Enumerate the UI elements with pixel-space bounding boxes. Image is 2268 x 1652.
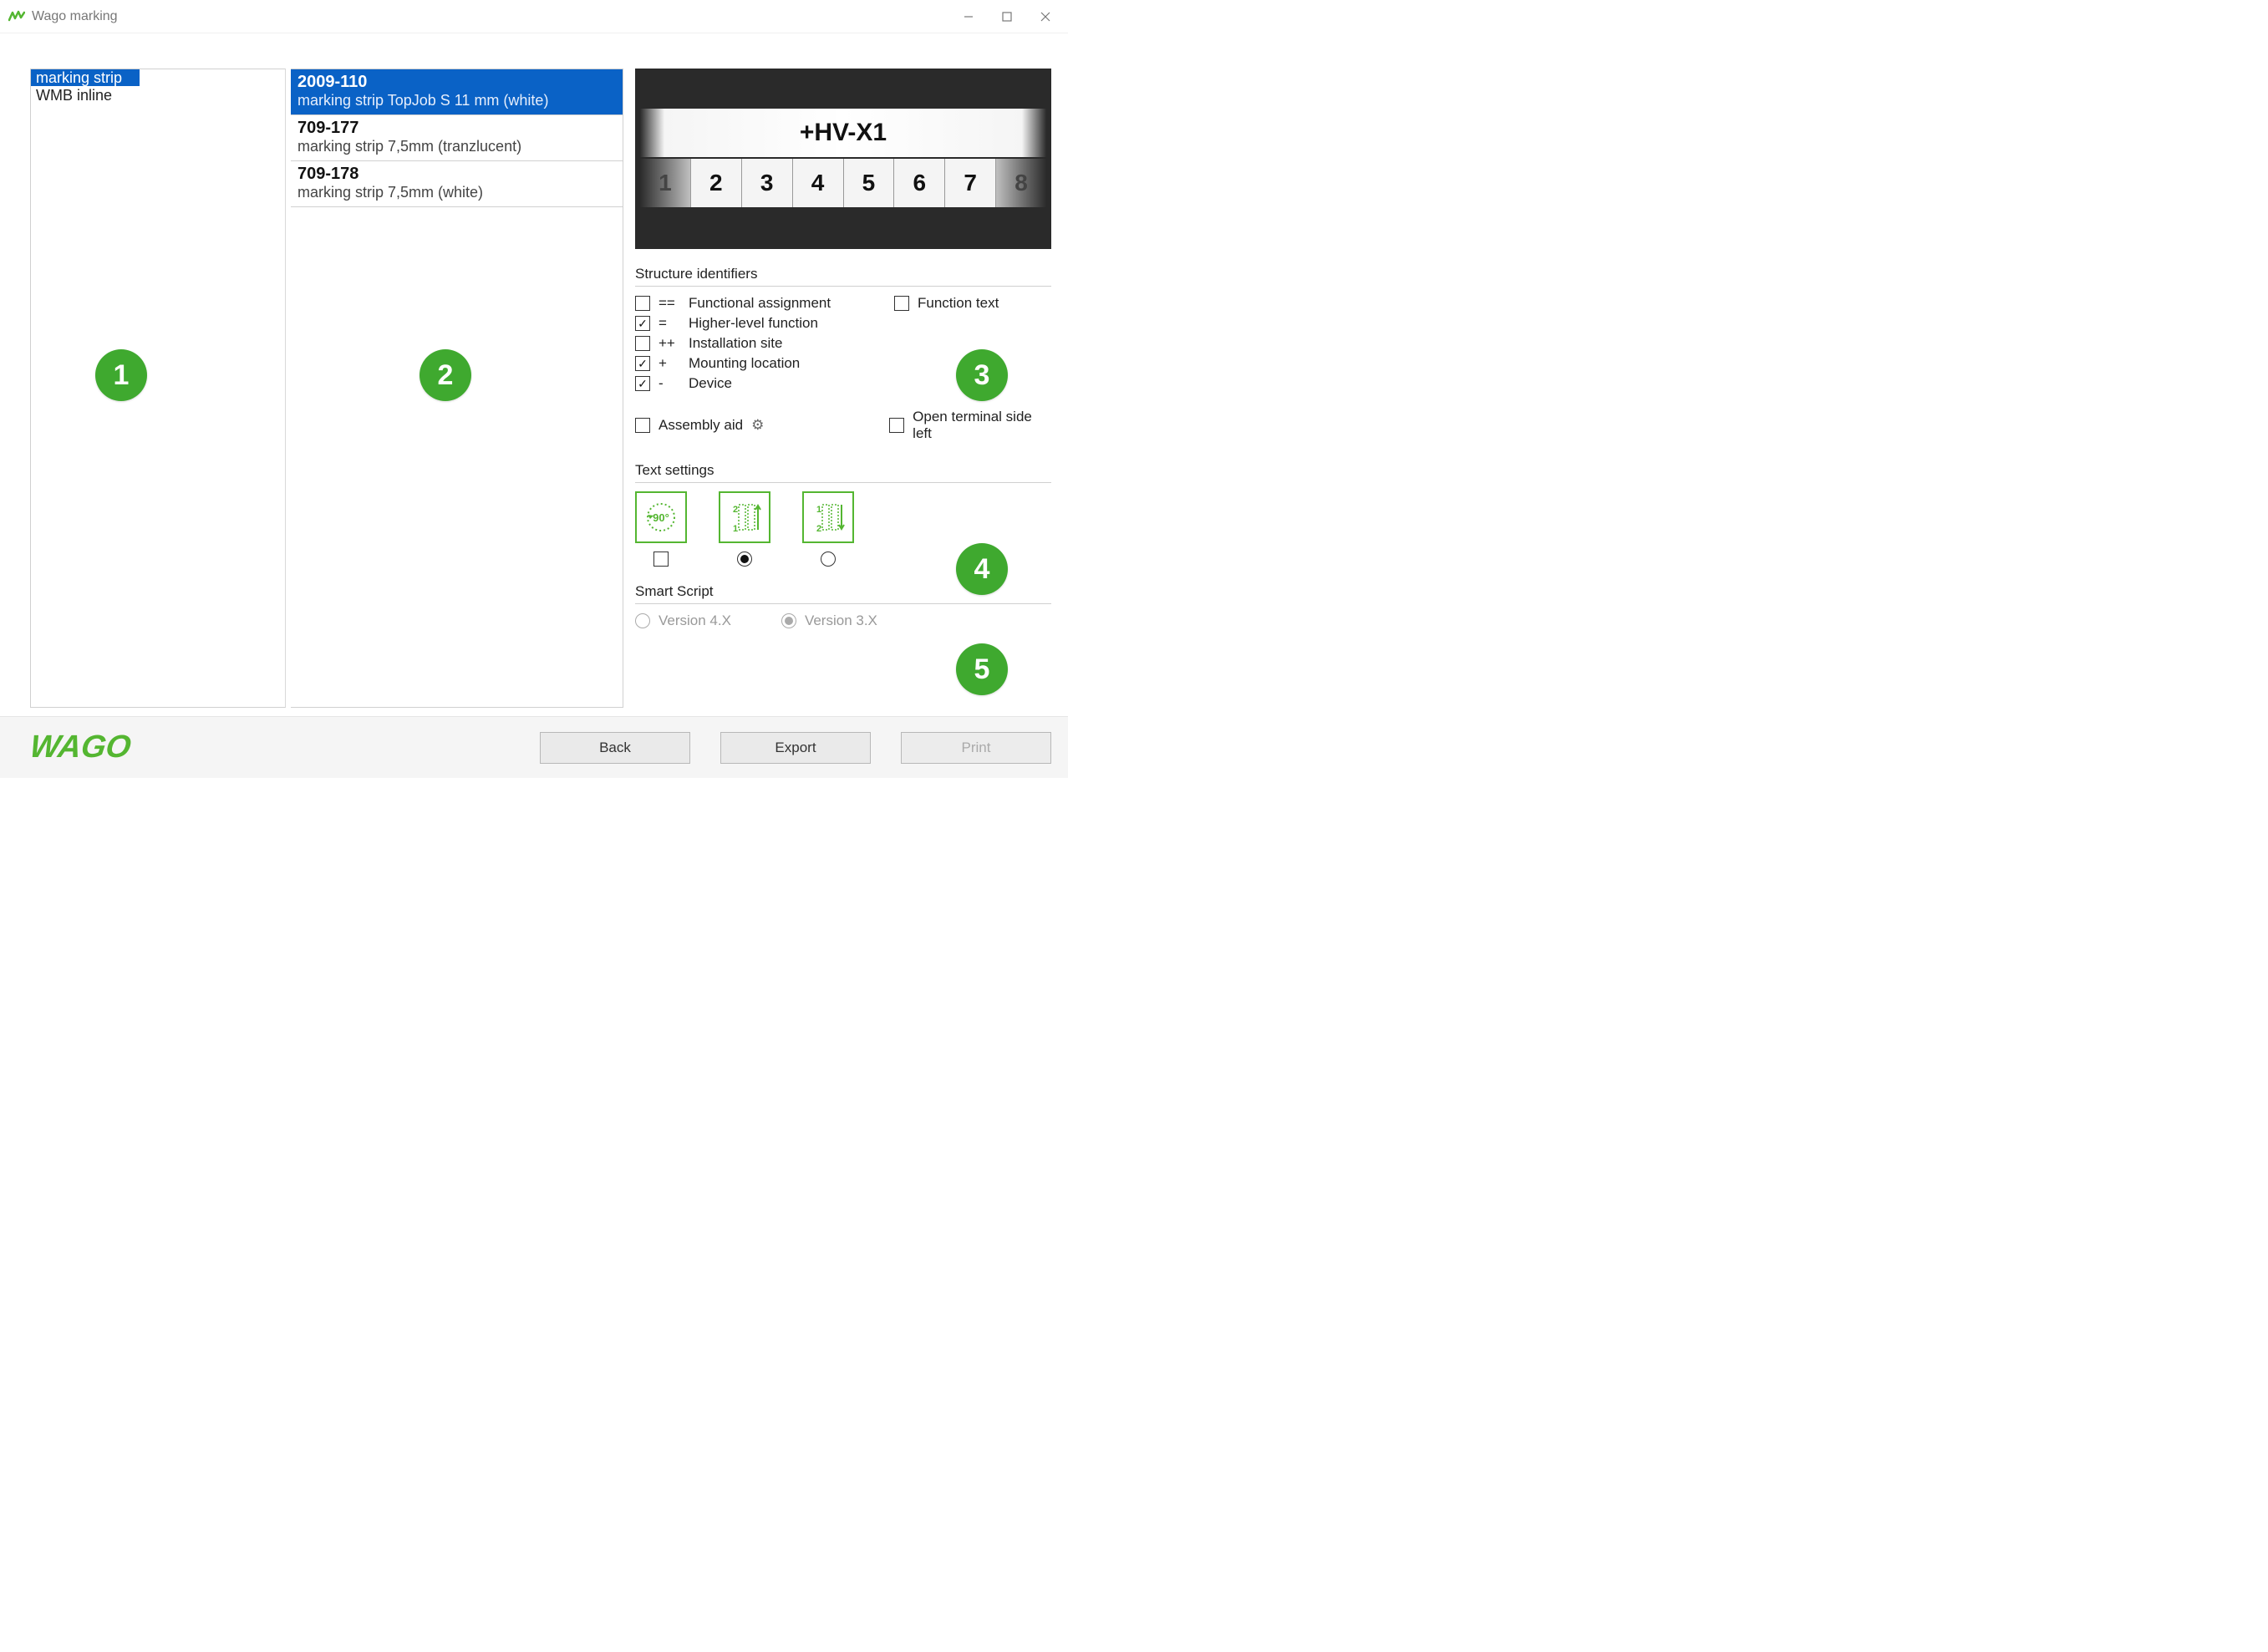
main-content: marking strip WMB inline 2009-110 markin… — [30, 69, 1051, 708]
product-item[interactable]: 709-178 marking strip 7,5mm (white) — [291, 161, 623, 207]
product-desc: marking strip TopJob S 11 mm (white) — [297, 92, 616, 109]
close-button[interactable] — [1026, 3, 1065, 30]
checkbox-label: Open terminal side left — [913, 409, 1051, 442]
checkbox-icon — [635, 336, 650, 351]
check-functional-assignment[interactable]: == Functional assignment — [635, 295, 861, 312]
check-installation-site[interactable]: ++ Installation site — [635, 335, 861, 352]
prefix: + — [659, 355, 680, 372]
product-desc: marking strip 7,5mm (white) — [297, 184, 616, 201]
preview-cell: 6 — [894, 159, 945, 207]
radio-icon — [737, 552, 752, 567]
minimize-button[interactable] — [949, 3, 988, 30]
preview-cell: 1 — [640, 159, 691, 207]
check-higher-level-function[interactable]: = Higher-level function — [635, 315, 861, 332]
annotation-3: 3 — [956, 349, 1008, 401]
prefix: = — [659, 315, 680, 332]
window-title: Wago marking — [32, 9, 949, 24]
svg-text:1: 1 — [816, 505, 821, 515]
checkbox-label: Installation site — [689, 335, 782, 352]
checkbox-label: Mounting location — [689, 355, 800, 372]
check-mounting-location[interactable]: + Mounting location — [635, 355, 861, 372]
checkbox-icon — [635, 356, 650, 371]
bottom-bar: WAGO Back Export Print — [0, 716, 1068, 778]
prefix: - — [659, 375, 680, 392]
svg-text:2: 2 — [816, 524, 821, 534]
category-item[interactable]: marking strip — [31, 69, 140, 86]
prefix: ++ — [659, 335, 680, 352]
preview-cell: 5 — [844, 159, 895, 207]
checkbox-icon — [635, 376, 650, 391]
app-icon — [8, 10, 25, 23]
option-direction-up[interactable]: 2 1 — [719, 491, 770, 567]
marking-preview: +HV-X1 1 2 3 4 5 6 7 8 — [635, 69, 1051, 249]
check-open-terminal-side-left[interactable]: Open terminal side left — [889, 409, 1051, 442]
checkbox-icon — [635, 418, 650, 433]
rotate-90-icon: 90° — [635, 491, 687, 543]
divider — [635, 482, 1051, 483]
smart-script-row: Version 4.X Version 3.X — [635, 613, 1051, 629]
rotate-label: 90° — [653, 511, 669, 524]
section-structure-label: Structure identifiers — [635, 266, 1051, 282]
radio-icon — [781, 613, 796, 628]
checkbox-icon — [653, 552, 669, 567]
checkbox-icon — [635, 296, 650, 311]
section-text-settings-label: Text settings — [635, 462, 1051, 479]
checkbox-label: Function text — [918, 295, 999, 312]
checkbox-icon — [889, 418, 904, 433]
check-function-text[interactable]: Function text — [894, 295, 1051, 312]
preview-cells: 1 2 3 4 5 6 7 8 — [640, 159, 1046, 207]
annotation-5: 5 — [956, 643, 1008, 695]
checkbox-label: Device — [689, 375, 732, 392]
product-code: 709-178 — [297, 165, 616, 184]
annotation-2: 2 — [420, 349, 471, 401]
radio-label: Version 3.X — [805, 613, 877, 629]
svg-text:1: 1 — [733, 524, 738, 534]
direction-down-icon: 1 2 — [802, 491, 854, 543]
preview-cell: 7 — [945, 159, 996, 207]
print-button[interactable]: Print — [901, 732, 1051, 764]
divider — [635, 286, 1051, 287]
product-item[interactable]: 709-177 marking strip 7,5mm (tranzlucent… — [291, 115, 623, 161]
svg-text:2: 2 — [733, 505, 738, 515]
checkbox-label: Functional assignment — [689, 295, 831, 312]
preview-cell: 8 — [996, 159, 1046, 207]
product-desc: marking strip 7,5mm (tranzlucent) — [297, 138, 616, 155]
annotation-4: 4 — [956, 543, 1008, 595]
gear-icon[interactable]: ⚙ — [751, 417, 764, 434]
preview-designation: +HV-X1 — [640, 109, 1046, 157]
titlebar: Wago marking — [0, 0, 1068, 33]
annotation-1: 1 — [95, 349, 147, 401]
maximize-button[interactable] — [988, 3, 1026, 30]
preview-cell: 4 — [793, 159, 844, 207]
radio-icon — [821, 552, 836, 567]
checkbox-icon — [635, 316, 650, 331]
checkbox-label: Assembly aid — [659, 417, 743, 434]
preview-cell: 3 — [742, 159, 793, 207]
radio-version-4x: Version 4.X — [635, 613, 731, 629]
product-code: 2009-110 — [297, 73, 616, 92]
check-assembly-aid[interactable]: Assembly aid ⚙ — [635, 409, 856, 442]
radio-version-3x: Version 3.X — [781, 613, 877, 629]
prefix: == — [659, 295, 680, 312]
option-rotate-90[interactable]: 90° — [635, 491, 687, 567]
export-button[interactable]: Export — [720, 732, 871, 764]
checkbox-label: Higher-level function — [689, 315, 818, 332]
category-item[interactable]: WMB inline — [31, 87, 285, 104]
product-code: 709-177 — [297, 119, 616, 138]
direction-up-icon: 2 1 — [719, 491, 770, 543]
preview-cell: 2 — [691, 159, 742, 207]
wago-logo: WAGO — [28, 729, 133, 765]
radio-icon — [635, 613, 650, 628]
back-button[interactable]: Back — [540, 732, 690, 764]
radio-label: Version 4.X — [659, 613, 731, 629]
option-direction-down[interactable]: 1 2 — [802, 491, 854, 567]
divider — [635, 603, 1051, 604]
checkbox-icon — [894, 296, 909, 311]
category-list: marking strip WMB inline — [30, 69, 286, 708]
check-device[interactable]: - Device — [635, 375, 861, 392]
product-item[interactable]: 2009-110 marking strip TopJob S 11 mm (w… — [291, 69, 623, 115]
